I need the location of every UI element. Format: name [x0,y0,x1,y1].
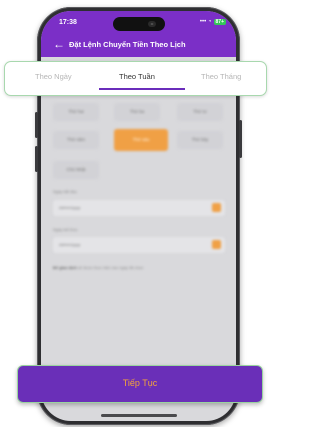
schedule-note-text: sẽ được thực hiện vào ngày đã chọn [77,265,144,270]
tab-theo-ngay[interactable]: Theo Ngày [35,72,72,81]
start-date-field[interactable]: dd/mm/yyyy [53,200,225,216]
end-date-field[interactable]: dd/mm/yyyy [53,237,225,253]
weekday-option-sun[interactable]: Chủ Nhật [53,161,99,179]
app-header: 17:38 •• ••• ◔ 87+ ← Đặt Lệnh Chuyển Tiề… [41,11,236,57]
phone-volume-up-button [35,112,38,138]
frequency-tabs: Theo Ngày Theo Tuần Theo Tháng [4,61,267,96]
schedule-note: Để giao dịch sẽ được thực hiện vào ngày … [53,265,229,271]
status-time: 17:38 [59,19,77,26]
battery-icon: 87+ [213,19,226,25]
weekday-option-tue[interactable]: Thứ ba [114,103,160,121]
continue-button[interactable]: Tiếp Tục [17,365,263,403]
signal-wifi-icon: ••• ◔ [199,19,212,25]
weekday-option-mon[interactable]: Thứ hai [53,103,99,121]
page-title: Đặt Lệnh Chuyển Tiền Theo Lịch [69,40,186,49]
status-icons: ••• ◔ 87+ [200,19,226,25]
start-date-label: Ngày bắt đầu [53,189,77,194]
tab-theo-thang[interactable]: Theo Tháng [201,72,241,81]
end-date-value: dd/mm/yyyy [59,242,81,247]
weekday-option-fri[interactable]: Thứ sáu [114,129,168,151]
island-indicator-icon: •• [148,21,156,27]
calendar-icon[interactable] [212,240,221,249]
calendar-icon[interactable] [212,203,221,212]
weekday-option-wed[interactable]: Thứ tư [177,103,223,121]
phone-volume-down-button [35,146,38,172]
weekday-option-sat[interactable]: Thứ bảy [177,131,223,149]
dynamic-island: •• [113,17,165,31]
end-date-label: Ngày kết thúc [53,227,78,232]
active-tab-indicator [99,88,185,90]
home-indicator [101,414,177,417]
start-date-value: dd/mm/yyyy [59,205,81,210]
phone-power-button [239,120,242,158]
schedule-note-prefix: Để giao dịch [53,265,77,270]
weekday-option-thu[interactable]: Thứ năm [53,131,99,149]
back-arrow-icon[interactable]: ← [53,38,65,50]
tab-theo-tuan[interactable]: Theo Tuần [119,72,155,81]
